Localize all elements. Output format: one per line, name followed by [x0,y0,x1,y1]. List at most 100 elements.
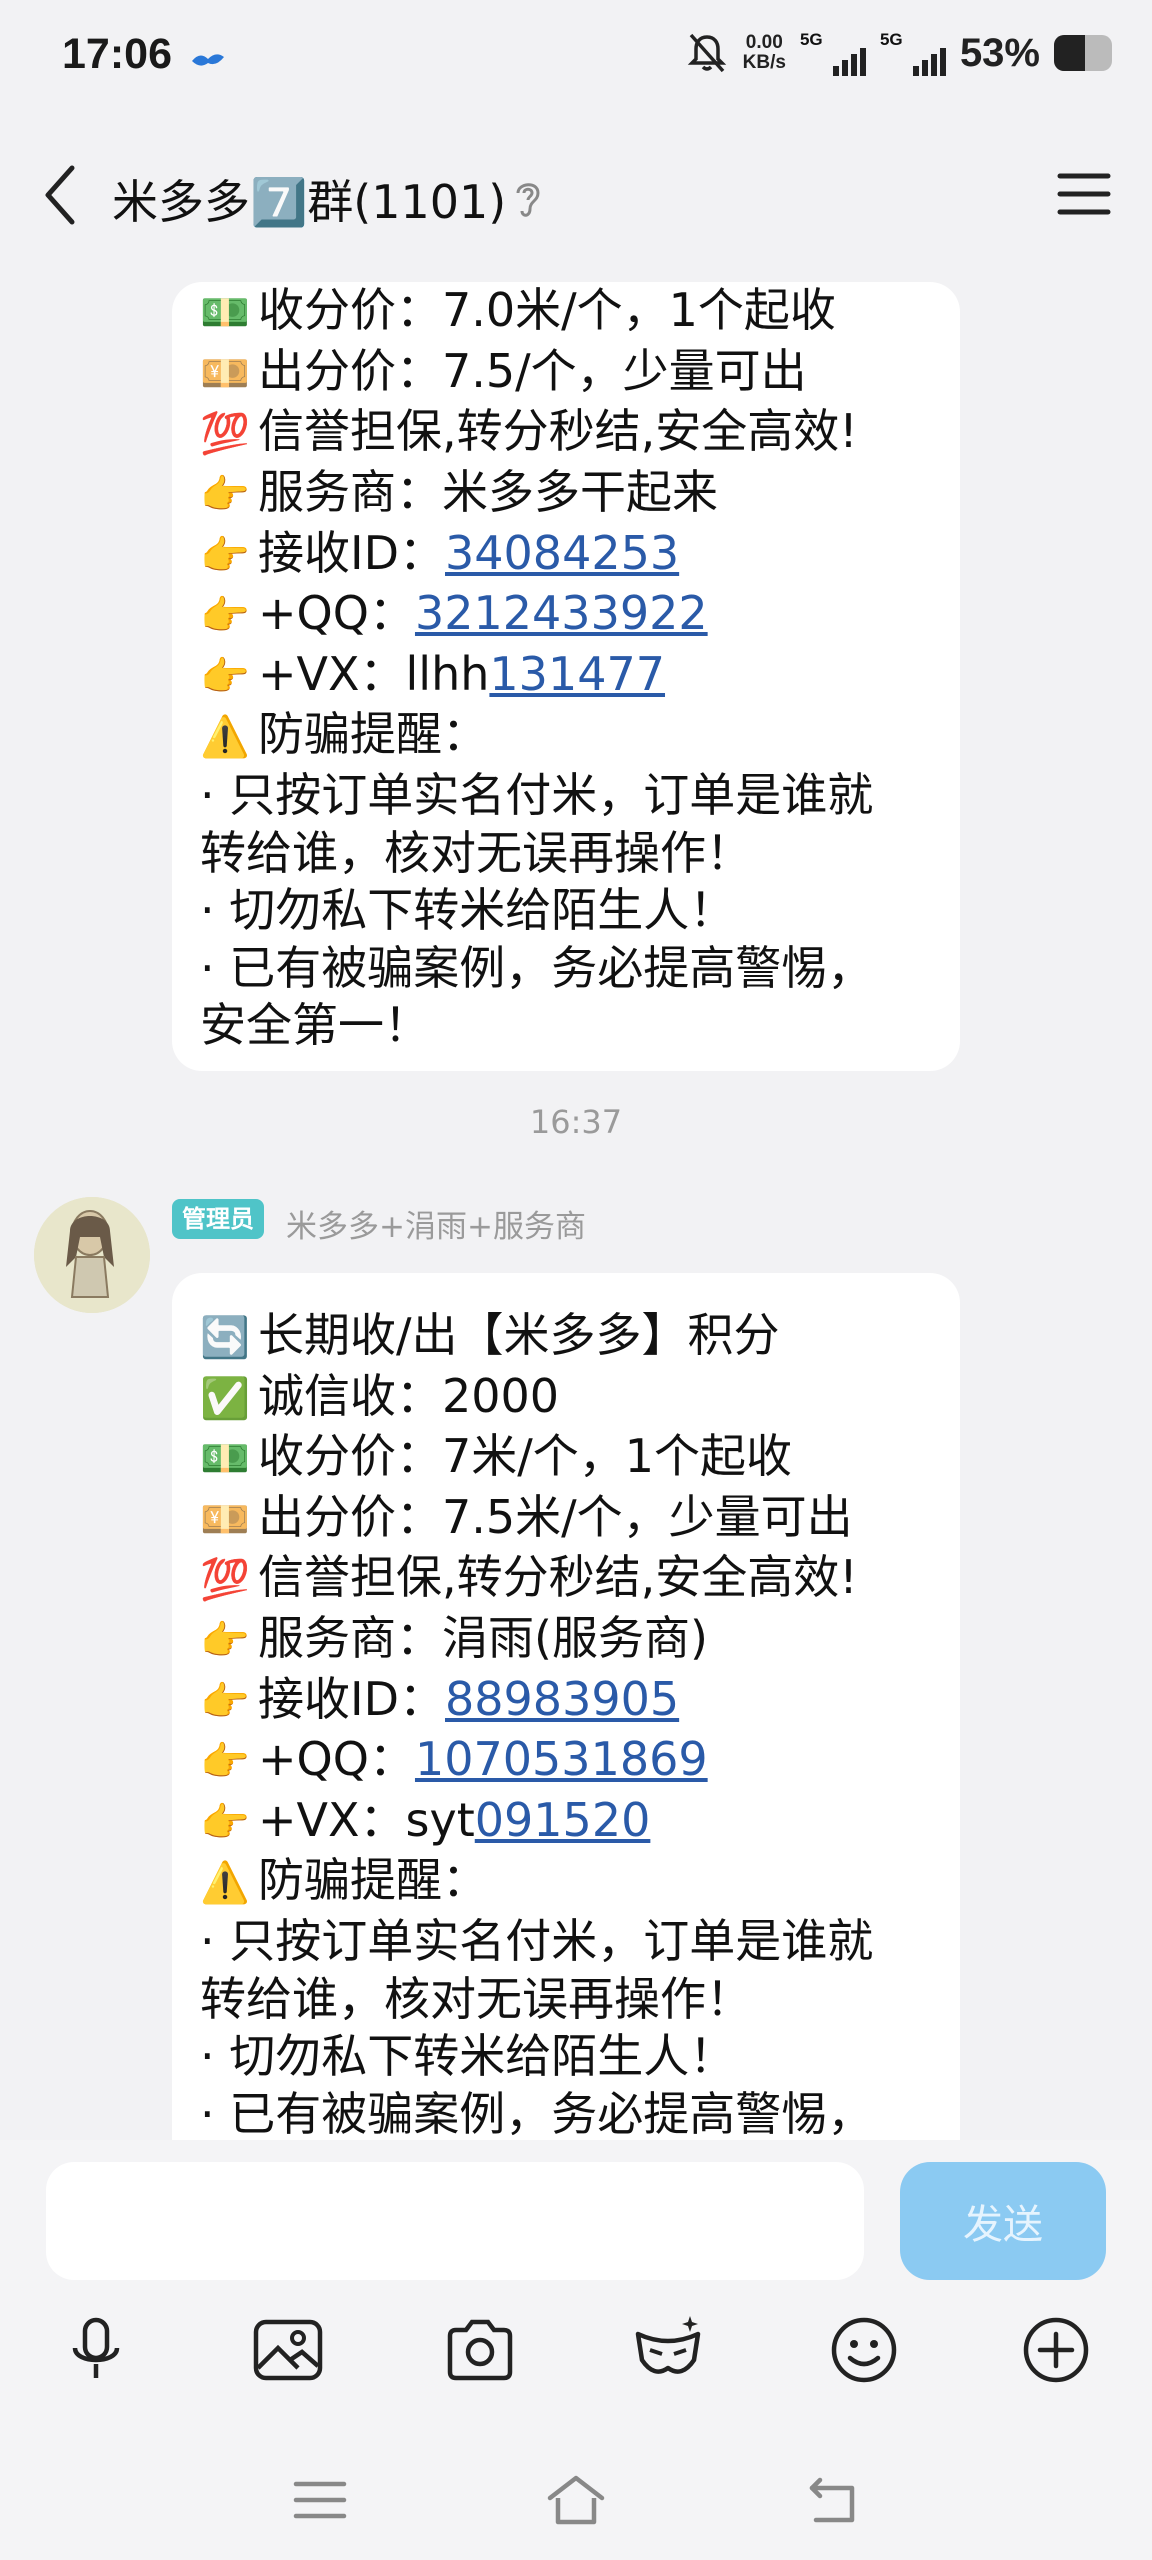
message-line: · 切勿私下转米给陌生人！ [200,2028,932,2086]
message-link[interactable]: 091520 [475,1793,651,1847]
message-text: 收分价：7米/个，1个起收 [258,1429,793,1484]
emoji-icon: 👉 [200,1678,250,1725]
message-text: +VX：llhh [258,646,490,701]
message-line: 💯 信誉担保,转分秒结,安全高效! [200,403,932,464]
message-text: +QQ： [258,586,415,641]
signal-5g-1-icon: 5G [800,30,866,76]
message-line: 💴 出分价：7.5/个，少量可出 [200,343,932,404]
message-link[interactable]: 34084253 [445,526,679,580]
message-line: · 已有被骗案例，务必提高警惕， [200,940,932,998]
emoji-icon: 👉 [200,1739,250,1786]
message-text: · 已有被骗案例，务必提高警惕， [200,2086,874,2140]
emoji-icon: 💵 [200,290,250,337]
emoji-icon: 🔄 [200,1315,250,1361]
emoji-icon: 👉 [200,532,250,579]
message-line: 👉 +QQ：3212433922 [200,585,932,646]
message-text: 防骗提醒： [258,707,488,762]
home-icon[interactable] [546,2470,606,2530]
recent-apps-icon[interactable] [290,2470,350,2530]
message-text: 长期收/出【米多多】积分 [258,1308,780,1362]
message-text: · 只按订单实名付米，订单是谁就 [200,767,874,822]
message-text: · 已有被骗案例，务必提高警惕， [200,940,874,995]
magic-mask-icon[interactable] [630,2312,706,2388]
chat-title[interactable]: 米多多7️⃣群(1101) [112,166,506,232]
message-link[interactable]: 88983905 [445,1672,679,1726]
battery-percent: 53% [959,30,1040,75]
message-timestamp: 16:37 [529,1103,623,1141]
message-text: +VX：syt [258,1792,475,1847]
message-link[interactable]: 1070531869 [415,1732,708,1786]
plus-icon[interactable] [1018,2312,1094,2388]
message-bubble[interactable]: 💵 收分价：7.0米/个，1个起收 💴 出分价：7.5/个，少量可出 💯 信誉担保,转分秒… [172,282,960,1071]
camera-icon[interactable] [442,2312,518,2388]
message-list[interactable]: 💵 收分价：7.0米/个，1个起收 💴 出分价：7.5/个，少量可出 💯 信誉担保,转分秒… [0,265,1152,2140]
emoji-icon: 👉 [200,1617,250,1664]
message-text: 诚信收：2000 [258,1368,560,1423]
admin-badge: 管理员 [172,1199,264,1239]
sender-name[interactable]: 米多多+涓雨+服务商 [286,1201,586,1246]
emoji-icon: 💴 [200,350,250,397]
app-notification-icon [190,44,226,79]
signal-5g-2-icon: 5G [880,30,946,76]
message-text: 接收ID： [258,525,445,580]
message-text: 转给谁，核对无误再操作！ [200,1971,752,2026]
message-line: 💴 出分价：7.5米/个，少量可出 [200,1489,932,1550]
message-input[interactable] [46,2162,864,2280]
mute-bell-icon [687,33,726,73]
message-text: · 切勿私下转米给陌生人！ [200,2029,736,2084]
emoji-icon: 💯 [200,411,250,458]
message-line: · 已有被骗案例，务必提高警惕， [200,2086,932,2140]
microphone-icon[interactable] [58,2312,134,2388]
message-text: 出分价：7.5米/个，少量可出 [258,1489,853,1544]
message-line: 👉 服务商：米多多干起来 [200,464,932,525]
message-text: 出分价：7.5/个，少量可出 [258,343,807,398]
message-text: · 切勿私下转米给陌生人！ [200,883,736,938]
emoji-icon: 👉 [200,653,250,700]
network-speed: 0.00 KB/s [742,32,786,73]
message-link[interactable]: 3212433922 [415,586,708,640]
message-text: +QQ： [258,1732,415,1787]
message-line: ✅ 诚信收：2000 [200,1368,932,1429]
back-arrow-icon[interactable] [38,160,88,230]
message-line: 转给谁，核对无误再操作！ [200,825,932,883]
message-line: 🔄 长期收/出【米多多】积分 [200,1307,932,1368]
chat-header: 米多多7️⃣群(1101) [0,130,1152,260]
message-text: 安全第一！ [200,998,430,1053]
message-line: ⚠️ 防骗提醒： [200,706,932,767]
emoji-icon: 💯 [200,1557,250,1604]
message-text: 服务商：米多多干起来 [258,464,718,519]
message-text: 转给谁，核对无误再操作！ [200,825,752,880]
message-line: 💵 收分价：7米/个，1个起收 [200,1428,932,1489]
emoji-icon: ⚠️ [200,1860,250,1907]
back-nav-icon[interactable] [802,2470,862,2530]
emoji-icon[interactable] [826,2312,902,2388]
emoji-icon: 👉 [200,593,250,640]
message-text: · 只按订单实名付米，订单是谁就 [200,1913,874,1968]
message-line: 👉 +VX：llhh131477 [200,646,932,707]
ear-icon [516,183,540,217]
menu-icon[interactable] [1056,170,1112,218]
message-line: · 切勿私下转米给陌生人！ [200,882,932,940]
message-link[interactable]: 131477 [489,647,665,701]
battery-icon [1054,35,1112,71]
status-bar: 17:06 0.00 KB/s 5G 5G 53% [0,0,1152,120]
emoji-icon: 💴 [200,1496,250,1543]
emoji-icon: ✅ [200,1375,250,1422]
message-line: 👉 服务商：涓雨(服务商) [200,1610,932,1671]
message-line: 👉 接收ID：34084253 [200,525,932,586]
message-text: 接收ID： [258,1671,445,1726]
message-line: 转给谁，核对无误再操作！ [200,1971,932,2029]
avatar[interactable] [34,1197,150,1313]
message-line: 👉 +VX：syt091520 [200,1792,932,1853]
message-line: 💯 信誉担保,转分秒结,安全高效! [200,1549,932,1610]
image-icon[interactable] [250,2312,326,2388]
message-text: 服务商：涓雨(服务商) [258,1610,708,1665]
message-text: 信誉担保,转分秒结,安全高效! [258,404,858,459]
emoji-icon: 👉 [200,471,250,518]
emoji-icon: 💵 [200,1436,250,1483]
send-button[interactable]: 发送 [900,2162,1106,2280]
message-bubble[interactable]: 🔄 长期收/出【米多多】积分 ✅ 诚信收：2000 💵 收分价：7米/个，1个起收 💴 出分价… [172,1273,960,2140]
input-area: 发送 [0,2140,1152,2560]
message-line: · 只按订单实名付米，订单是谁就 [200,1913,932,1971]
message-text: 收分价：7.0米/个，1个起收 [258,283,836,338]
